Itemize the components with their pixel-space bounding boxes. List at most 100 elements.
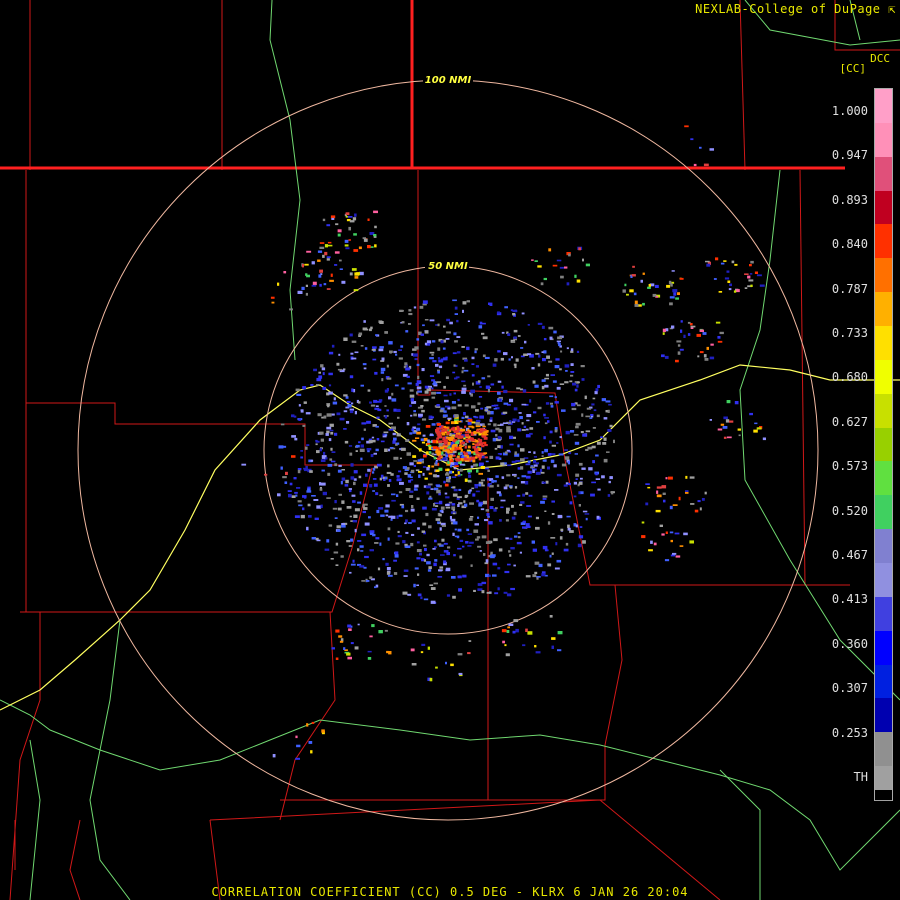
radar-echo [514, 451, 517, 455]
radar-echo [334, 517, 338, 519]
radar-echo [432, 383, 438, 385]
radar-echo [511, 516, 516, 520]
radar-echo [590, 414, 594, 416]
radar-echo [500, 506, 504, 509]
radar-echo [520, 347, 524, 349]
radar-echo [565, 542, 569, 546]
radar-echo [520, 388, 524, 391]
radar-echo [313, 499, 319, 501]
radar-echo [669, 505, 673, 510]
radar-echo [375, 492, 379, 496]
radar-echo [316, 505, 322, 509]
radar-echo [296, 487, 301, 489]
radar-echo [420, 405, 424, 407]
radar-echo [481, 322, 486, 325]
radar-echo [347, 404, 352, 408]
radar-echo [590, 493, 595, 497]
radar-echo [334, 432, 338, 436]
radar-echo [471, 405, 476, 409]
radar-echo [357, 623, 360, 626]
radar-echo [506, 630, 510, 633]
radar-echo [734, 263, 738, 266]
radar-echo [475, 538, 479, 541]
radar-echo [731, 260, 735, 264]
radar-echo [361, 580, 366, 582]
radar-echo [624, 283, 627, 287]
radar-echo [357, 540, 362, 542]
radar-echo [369, 576, 373, 579]
radar-echo [430, 587, 436, 590]
radar-echo [297, 469, 301, 474]
radar-echo [295, 388, 300, 392]
legend-color-band [875, 359, 892, 395]
radar-echo [364, 347, 368, 350]
radar-echo [439, 566, 444, 569]
radar-echo [503, 486, 508, 490]
radar-echo [381, 378, 384, 382]
radar-echo [442, 436, 446, 441]
radar-echo [375, 448, 379, 452]
radar-echo [369, 549, 374, 552]
radar-echo [423, 398, 429, 402]
radar-echo [372, 358, 377, 361]
radar-echo [361, 437, 364, 441]
legend-color-band [875, 563, 892, 598]
radar-echo [388, 428, 394, 431]
radar-echo [379, 346, 384, 349]
radar-echo [331, 451, 336, 453]
radar-echo [373, 234, 377, 237]
radar-echo [376, 416, 380, 419]
radar-echo [388, 479, 392, 482]
radar-echo [586, 407, 592, 410]
radar-echo [414, 484, 419, 488]
credit-label: NEXLAB-College of DuPage ⇱ [695, 2, 896, 16]
radar-echo [581, 413, 584, 417]
radar-echo [366, 420, 371, 424]
radar-echo [535, 471, 541, 475]
radar-echo [585, 430, 591, 433]
radar-echo [720, 423, 725, 426]
radar-echo [416, 427, 421, 431]
radar-echo [525, 575, 531, 578]
radar-echo [375, 537, 380, 540]
radar-echo [452, 352, 457, 355]
radar-echo [480, 466, 486, 469]
radar-echo [393, 456, 399, 460]
radar-echo [669, 296, 675, 299]
radar-echo [509, 443, 514, 446]
radar-echo [547, 453, 552, 456]
radar-echo [405, 509, 409, 513]
radar-echo [483, 431, 488, 434]
radar-echo [404, 472, 408, 475]
radar-echo [753, 429, 758, 433]
radar-echo [469, 516, 474, 518]
radar-echo [481, 581, 487, 585]
radar-echo [490, 429, 496, 433]
radar-echo [386, 650, 389, 654]
radar-echo [305, 465, 308, 470]
radar-echo [479, 321, 483, 325]
legend-color-band [875, 190, 892, 226]
radar-echo [343, 647, 346, 650]
radar-echo [425, 512, 429, 517]
radar-echo [350, 538, 354, 542]
radar-echo [443, 425, 446, 428]
radar-echo [458, 488, 462, 491]
radar-echo [420, 333, 424, 336]
radar-echo [578, 535, 584, 539]
radar-echo [373, 210, 378, 214]
radar-echo [444, 483, 449, 487]
radar-echo [374, 371, 378, 375]
radar-echo [575, 473, 580, 477]
radar-echo [428, 497, 433, 500]
radar-echo [460, 448, 463, 452]
radar-echo [338, 635, 343, 638]
radar-echo [519, 503, 523, 506]
radar-echo [507, 563, 511, 566]
radar-echo [405, 531, 409, 534]
radar-map[interactable]: 50 NMI 100 NMI [0, 0, 900, 900]
radar-echo [297, 290, 303, 294]
radar-echo [354, 272, 360, 276]
radar-echo [709, 419, 712, 421]
radar-echo [433, 503, 436, 507]
